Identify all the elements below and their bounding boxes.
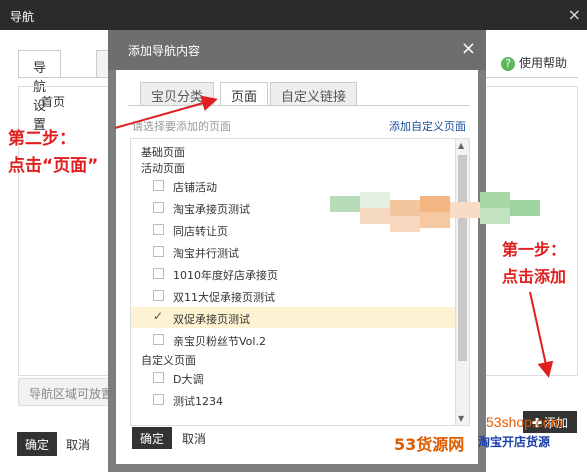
checkbox[interactable]: [153, 334, 164, 345]
list-item-selected[interactable]: ✓ 双促承接页测试: [131, 307, 455, 328]
inner-close-icon[interactable]: ×: [461, 38, 476, 59]
list-item-label: 测试1234: [173, 395, 223, 408]
add-nav-content-modal: 添加导航内容 × 宝贝分类 页面 自定义链接 请选择要添加的页面 添加自定义页面…: [108, 30, 486, 472]
tab-pages[interactable]: 页面: [220, 82, 269, 106]
list-item[interactable]: 测试1234: [131, 389, 455, 410]
outer-confirm-button[interactable]: 确定: [17, 432, 57, 456]
list-item[interactable]: 淘宝并行测试: [131, 241, 455, 262]
list-item-label: 店铺活动: [173, 181, 217, 194]
step-one-line-1: 第一步：: [502, 240, 567, 259]
checkbox[interactable]: [153, 372, 164, 383]
blurred-mosaic: [330, 192, 540, 240]
list-item-label: 亲宝贝粉丝节Vol.2: [173, 335, 266, 348]
list-item[interactable]: 双11大促承接页测试: [131, 285, 455, 306]
nav-area-tip: 导航区域可放置店: [18, 378, 118, 406]
tab-custom-link[interactable]: 自定义链接: [270, 82, 358, 106]
step-two-line-1: 第二步：: [8, 129, 76, 149]
list-item-label: 同店转让页: [173, 225, 228, 238]
help-icon: ?: [500, 57, 515, 71]
list-item[interactable]: 1010年度好店承接页: [131, 263, 455, 284]
inner-titlebar: 添加导航内容 ×: [108, 30, 486, 70]
inner-confirm-button[interactable]: 确定: [132, 427, 172, 449]
list-item-label: 双促承接页测试: [173, 313, 250, 326]
select-page-tip: 请选择要添加的页面: [132, 120, 231, 133]
tab-nav-settings[interactable]: 导航设置: [18, 50, 62, 133]
step-two-annotation: 第二步： 点击“页面”: [8, 126, 98, 180]
checkbox[interactable]: [153, 180, 164, 191]
list-item-label: 双11大促承接页测试: [173, 291, 275, 304]
outer-dialog-title: 导航: [10, 10, 35, 24]
checkbox[interactable]: [153, 394, 164, 405]
outer-titlebar: 导航 ×: [0, 0, 587, 30]
add-custom-page-link[interactable]: 添加自定义页面: [389, 118, 466, 134]
list-item-label: D大调: [173, 373, 204, 386]
inner-tab-divider: [128, 105, 470, 106]
nav-item-home[interactable]: 首页: [41, 93, 65, 110]
step-two-line-2: 点击“页面”: [8, 156, 99, 176]
list-item-label: 1010年度好店承接页: [173, 269, 278, 282]
checkbox[interactable]: [153, 224, 164, 235]
list-item-label: 淘宝承接页测试: [173, 203, 250, 216]
watermark-slogan: 淘宝开店货源: [478, 435, 551, 449]
scroll-down-icon[interactable]: ▼: [458, 414, 464, 423]
help-label: 使用帮助: [518, 56, 567, 70]
help-link[interactable]: ? 使用帮助: [500, 54, 567, 71]
scroll-up-icon[interactable]: ▲: [458, 141, 464, 150]
watermark-domain: 53shop.com: [486, 414, 563, 430]
outer-cancel-button[interactable]: 取消: [66, 436, 90, 453]
outer-close-icon[interactable]: ×: [568, 5, 581, 24]
checkbox[interactable]: [153, 246, 164, 257]
step-one-line-2: 点击添加: [502, 267, 567, 286]
inner-dialog-title: 添加导航内容: [128, 44, 201, 58]
inner-cancel-button[interactable]: 取消: [182, 430, 206, 447]
tab-item-category[interactable]: 宝贝分类: [140, 82, 215, 106]
step-one-annotation: 第一步： 点击添加: [502, 236, 566, 290]
list-scrollbar[interactable]: ▲ ▼: [455, 139, 469, 425]
scroll-thumb[interactable]: [458, 155, 467, 361]
checkbox[interactable]: [153, 202, 164, 213]
watermark-brand: 53货源网: [394, 435, 465, 454]
list-item[interactable]: D大调: [131, 367, 455, 388]
list-item[interactable]: 亲宝贝粉丝节Vol.2: [131, 329, 455, 350]
checkbox[interactable]: [153, 290, 164, 301]
checkmark-icon[interactable]: ✓: [153, 309, 164, 323]
page-list: 基础页面 活动页面 店铺活动 淘宝承接页测试 同店转让页 淘宝并行测试 1010…: [130, 138, 470, 426]
checkbox[interactable]: [153, 268, 164, 279]
list-item-label: 淘宝并行测试: [173, 247, 239, 260]
